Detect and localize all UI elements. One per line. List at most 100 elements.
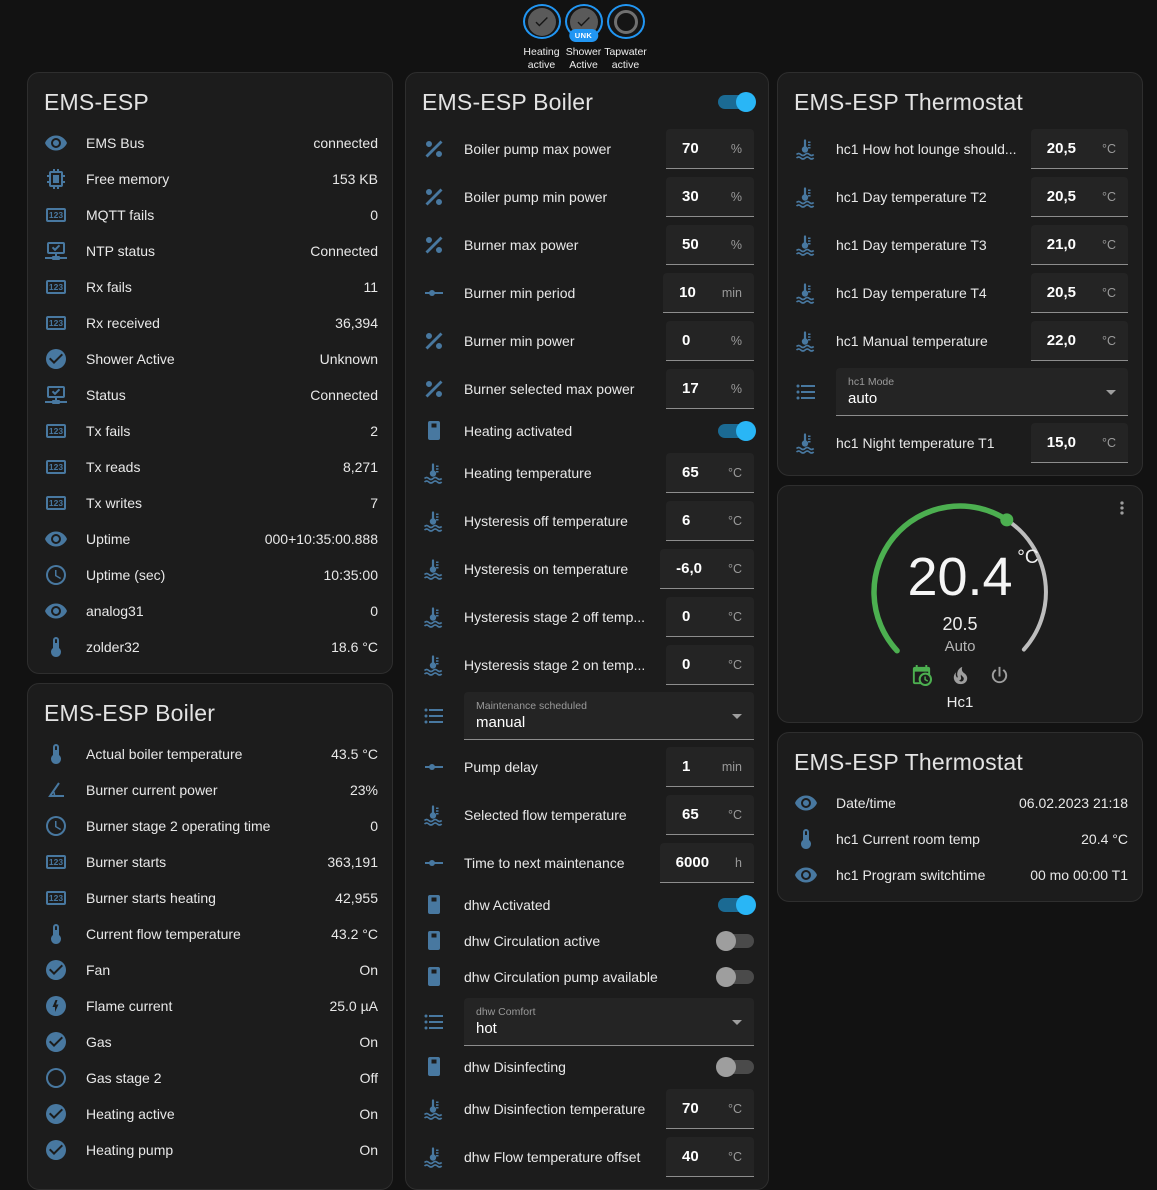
sensor-row[interactable]: 123Burner starts363,191 xyxy=(44,844,378,880)
row-value: On xyxy=(359,1034,378,1050)
select-field[interactable]: Maintenance scheduledmanual xyxy=(464,692,754,740)
number-field[interactable]: 65°C xyxy=(666,453,754,493)
number-field[interactable]: 20,5°C xyxy=(1031,273,1128,313)
number-field[interactable]: 20,5°C xyxy=(1031,129,1128,169)
sensor-row[interactable]: 123Rx fails11 xyxy=(44,269,378,305)
check-circle-icon xyxy=(44,1102,68,1126)
row-label: Uptime (sec) xyxy=(86,567,165,583)
row-label: EMS Bus xyxy=(86,135,144,151)
sensor-row[interactable]: Gas stage 2Off xyxy=(44,1060,378,1096)
number-field[interactable]: 15,0°C xyxy=(1031,423,1128,463)
sensor-row[interactable]: StatusConnected xyxy=(44,377,378,413)
thermometer-icon xyxy=(44,635,68,659)
sensor-row[interactable]: 123Burner starts heating42,955 xyxy=(44,880,378,916)
toggle-switch[interactable] xyxy=(718,424,754,438)
sensor-row[interactable]: Free memory153 KB xyxy=(44,161,378,197)
number-field[interactable]: 10min xyxy=(663,273,754,313)
coolant-icon xyxy=(422,461,446,485)
number-field[interactable]: 6000h xyxy=(660,843,754,883)
row-label: dhw Flow temperature offset xyxy=(464,1149,640,1165)
row-value: Connected xyxy=(310,243,378,259)
thermometer-icon xyxy=(44,742,68,766)
select-field[interactable]: dhw Comforthot xyxy=(464,998,754,1046)
sensor-row[interactable]: Heating activeOn xyxy=(44,1096,378,1132)
number-field[interactable]: 22,0°C xyxy=(1031,321,1128,361)
water-boiler-icon xyxy=(422,893,446,917)
sensor-row[interactable]: Current flow temperature43.2 °C xyxy=(44,916,378,952)
sensor-row[interactable]: GasOn xyxy=(44,1024,378,1060)
card-title: EMS-ESP Thermostat xyxy=(794,89,1023,116)
row-value: On xyxy=(359,1106,378,1122)
sensor-row[interactable]: zolder3218.6 °C xyxy=(44,629,378,665)
sensor-row[interactable]: 123MQTT fails0 xyxy=(44,197,378,233)
row-value: 36,394 xyxy=(335,315,378,331)
sensor-row[interactable]: Actual boiler temperature43.5 °C xyxy=(44,736,378,772)
coolant-icon xyxy=(794,137,818,161)
power-icon[interactable] xyxy=(988,664,1011,687)
toggle-thumb xyxy=(716,1057,736,1077)
number-field[interactable]: 20,5°C xyxy=(1031,177,1128,217)
sensor-row[interactable]: EMS Busconnected xyxy=(44,125,378,161)
row-label: Flame current xyxy=(86,998,172,1014)
number-field[interactable]: 30% xyxy=(666,177,754,217)
number-row: Burner min period10min xyxy=(422,269,754,317)
number-field[interactable]: 0°C xyxy=(666,645,754,685)
number-field[interactable]: 0°C xyxy=(666,597,754,637)
sensor-row[interactable]: hc1 Program switchtime00 mo 00:00 T1 xyxy=(794,857,1128,893)
number-field[interactable]: 21,0°C xyxy=(1031,225,1128,265)
sensor-row[interactable]: Uptime000+10:35:00.888 xyxy=(44,521,378,557)
toggle-switch[interactable] xyxy=(718,934,754,948)
number-field[interactable]: 70°C xyxy=(666,1089,754,1129)
counter-icon: 123 xyxy=(44,275,68,299)
toggle-switch[interactable] xyxy=(718,1060,754,1074)
list-icon xyxy=(422,704,446,728)
sensor-row[interactable]: Burner current power23% xyxy=(44,772,378,808)
number-unit: °C xyxy=(702,1150,742,1164)
badge-label: Tapwater active xyxy=(597,46,655,72)
badge-circle-shower-active[interactable]: UNK xyxy=(565,4,603,39)
number-field[interactable]: -6,0°C xyxy=(660,549,754,589)
sensor-row[interactable]: analog310 xyxy=(44,593,378,629)
number-field[interactable]: 50% xyxy=(666,225,754,265)
sensor-row[interactable]: 123Rx received36,394 xyxy=(44,305,378,341)
counter-icon: 123 xyxy=(44,850,68,874)
sensor-row[interactable]: Shower ActiveUnknown xyxy=(44,341,378,377)
boiler-master-toggle[interactable] xyxy=(718,95,754,109)
number-unit: °C xyxy=(702,514,742,528)
number-value: 65 xyxy=(682,464,699,481)
select-field[interactable]: hc1 Modeauto xyxy=(836,368,1128,416)
thermostat-dial[interactable] xyxy=(860,492,1060,692)
sensor-row[interactable]: FanOn xyxy=(44,952,378,988)
sensor-row[interactable]: NTP statusConnected xyxy=(44,233,378,269)
toggle-switch[interactable] xyxy=(718,970,754,984)
badge-circle-heating-active[interactable] xyxy=(523,4,561,39)
sensor-row[interactable]: 123Tx writes7 xyxy=(44,485,378,521)
row-label: hc1 Day temperature T3 xyxy=(836,237,987,253)
number-field[interactable]: 65°C xyxy=(666,795,754,835)
number-field[interactable]: 6°C xyxy=(666,501,754,541)
number-row: Burner max power50% xyxy=(422,221,754,269)
calendar-clock-icon[interactable] xyxy=(910,664,933,687)
sensor-row[interactable]: Heating pumpOn xyxy=(44,1132,378,1168)
sensor-row[interactable]: Flame current25.0 µA xyxy=(44,988,378,1024)
number-field[interactable]: 40°C xyxy=(666,1137,754,1177)
sensor-row[interactable]: hc1 Current room temp20.4 °C xyxy=(794,821,1128,857)
sensor-row[interactable]: Burner stage 2 operating time0 xyxy=(44,808,378,844)
sensor-row[interactable]: Date/time06.02.2023 21:18 xyxy=(794,785,1128,821)
number-value: 70 xyxy=(682,140,699,157)
toggle-thumb xyxy=(736,421,756,441)
number-field[interactable]: 70% xyxy=(666,129,754,169)
number-field[interactable]: 17% xyxy=(666,369,754,409)
more-options-icon[interactable] xyxy=(1112,498,1132,518)
toggle-switch[interactable] xyxy=(718,898,754,912)
sensor-row[interactable]: 123Tx fails2 xyxy=(44,413,378,449)
fire-icon[interactable] xyxy=(949,664,972,687)
sensor-row[interactable]: 123Tx reads8,271 xyxy=(44,449,378,485)
number-field[interactable]: 1min xyxy=(666,747,754,787)
number-field[interactable]: 0% xyxy=(666,321,754,361)
svg-text:123: 123 xyxy=(49,210,63,220)
row-label: Burner starts heating xyxy=(86,890,216,906)
badge-circle-tapwater-active[interactable] xyxy=(607,4,645,39)
sensor-row[interactable]: Uptime (sec)10:35:00 xyxy=(44,557,378,593)
eye-icon xyxy=(44,527,68,551)
